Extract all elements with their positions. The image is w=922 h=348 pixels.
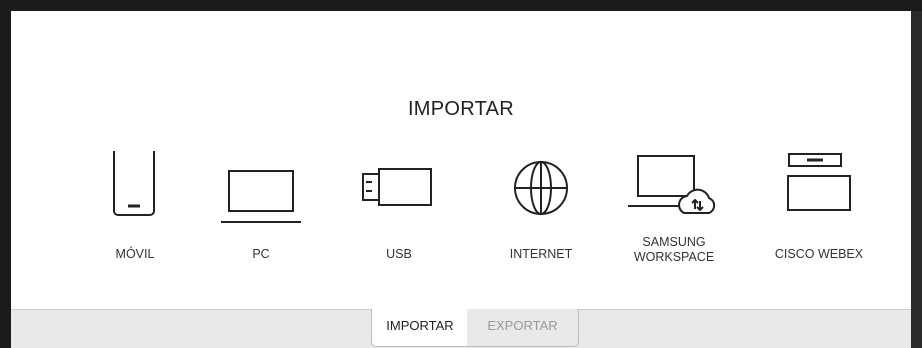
source-pc[interactable]: PC [191,151,331,291]
source-label: MÓVIL [115,247,155,261]
cisco-webex-icon [749,151,889,227]
source-label-line-2: WORKSPACE [633,250,715,264]
globe-icon [471,151,611,227]
tab-bar: IMPORTAR EXPORTAR [11,309,911,348]
usb-icon [329,151,469,227]
tab-importar[interactable]: IMPORTAR [371,309,468,347]
source-samsung-workspace[interactable]: SAMSUNG WORKSPACE [604,151,744,291]
source-mobile[interactable]: MÓVIL [65,151,205,291]
source-label: PC [252,247,270,261]
laptop-icon [191,151,331,227]
import-panel: IMPORTAR MÓVIL PC USB INTERNET SAMSUNG W… [11,11,911,348]
bezel [911,11,922,348]
source-label: CISCO WEBEX [774,247,864,261]
source-label: INTERNET [509,247,573,261]
source-internet[interactable]: INTERNET [471,151,611,291]
source-usb[interactable]: USB [329,151,469,291]
source-label-line-1: SAMSUNG [642,235,706,249]
samsung-workspace-icon [604,151,744,227]
mobile-icon [65,151,205,227]
tab-exportar[interactable]: EXPORTAR [467,309,579,347]
source-cisco-webex[interactable]: CISCO WEBEX [749,151,889,291]
page-title: IMPORTAR [407,98,515,120]
source-label: USB [386,247,412,261]
